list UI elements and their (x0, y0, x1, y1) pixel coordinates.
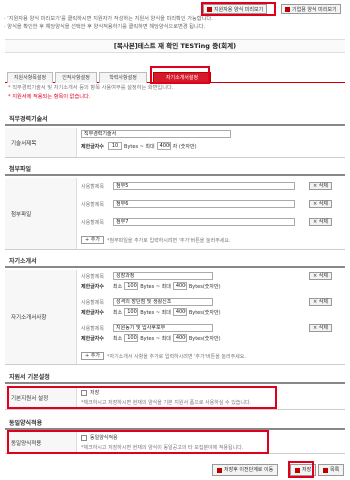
tab-education[interactable]: 학력사항설정 (99, 72, 147, 83)
checkbox-label: 저장 (90, 390, 100, 396)
career-min-input[interactable]: 10 (108, 142, 123, 150)
career-title-input[interactable]: 직무경력기술서 (81, 130, 231, 138)
tab-self-introduction[interactable]: 자기소개서설정 (153, 72, 211, 83)
intro-max-input[interactable]: 4000 (172, 282, 187, 290)
save-icon (217, 467, 222, 473)
applicant-form-preview-label: 지원자용 양식 미리보기 (214, 6, 264, 13)
item-label: 사용할제목 (81, 273, 105, 280)
add-intro-button[interactable]: + 추가 (81, 352, 104, 360)
save-and-prev-label: 저장후 이전단계로 이동 (224, 467, 274, 473)
basic-setting-section: 기본지원서 설정 저장 *체크하시고 저장하시면 현재의 양식을 기본 지원서 … (5, 386, 345, 410)
intro-title-input[interactable]: 지원동기 및 입사후포부 (113, 324, 213, 332)
intro-title-input[interactable]: 성격의 장단점 및 생활신조 (113, 298, 213, 306)
unit-label: Bytes ~ 최대 (140, 309, 171, 316)
unit-label: Bytes(숫자만) (188, 309, 221, 316)
tab-note: * 직무경력기술서 및 자기소개서 등의 항목 사용여부를 설정하는 화면입니다… (8, 85, 174, 91)
list-label: 목록 (330, 467, 340, 473)
basic-setting-heading: 지원서 기본설정 (5, 372, 345, 384)
same-form-label: 동일양식적용 (5, 432, 77, 453)
add-note: *첨부파일을 추가로 입력하시려면 '추가'버튼을 눌러주세요. (106, 237, 231, 244)
unit-label: Bytes ~ 최대 (140, 335, 171, 342)
limit-unit: Bytes ~ 최대 (124, 143, 155, 150)
delete-button[interactable]: × 삭제 (309, 182, 332, 190)
career-label: 기술서제목 (5, 128, 77, 157)
min-label: 최소 (113, 309, 123, 316)
basic-setting-note: *체크하시고 저장하시면 현재의 양식을 기본 지원서 폼으로 사용하실 수 있… (81, 400, 252, 406)
instruction-line: · '지원자용 양식 미리보기'를 클릭하시면 지원자가 작성하는 지원서 양식… (4, 16, 213, 22)
career-max-input[interactable]: 4000 (156, 142, 171, 150)
delete-button[interactable]: × 삭제 (309, 324, 332, 332)
attachment-title-input[interactable]: 첨부6 (113, 200, 295, 208)
min-label: 최소 (113, 283, 123, 290)
basic-setting-label: 기본지원서 설정 (5, 386, 77, 409)
same-form-heading: 동일양식적용 (5, 418, 345, 430)
item-label: 사용할제목 (81, 183, 105, 190)
tab-warning: * 지원서에 적용되는 항목이 없습니다. (8, 94, 91, 100)
save-button[interactable]: 저장 (290, 464, 317, 476)
attachment-title-input[interactable]: 첨부7 (113, 218, 295, 226)
attachment-label: 첨부파일 (5, 178, 77, 249)
add-attachment-button[interactable]: + 추가 (81, 236, 104, 244)
list-button[interactable]: 목록 (318, 464, 345, 476)
delete-button[interactable]: × 삭제 (309, 272, 332, 280)
save-label: 저장 (302, 467, 312, 473)
unit-label: Bytes(숫자만) (188, 283, 221, 290)
delete-button[interactable]: × 삭제 (309, 200, 332, 208)
same-form-section: 동일양식적용 동일양식적용 *체크하시고 저장하시면 현재의 양식이 동일공고의… (5, 432, 345, 454)
limit-label: 제한글자수 (81, 335, 105, 342)
intro-label: 자기소개서사항 (5, 270, 77, 364)
item-label: 사용할제목 (81, 219, 105, 226)
company-form-preview-button[interactable]: 기업용 양식 미리보기 (281, 4, 341, 14)
applicant-form-preview-button[interactable]: 지원자용 양식 미리보기 (203, 4, 268, 14)
same-form-checkbox[interactable] (81, 434, 87, 441)
instructions: · '지원자용 양식 미리보기'를 클릭하시면 지원자가 작성하는 지원서 양식… (4, 15, 346, 31)
tab-bar: 지원서항목설정 인적사항설정 학력사항설정 자기소개서설정 (5, 69, 345, 83)
same-form-note: *체크하시고 저장하시면 현재의 양식이 동일공고의 타 모집분야에 적용됩니다… (81, 445, 244, 451)
intro-max-input[interactable]: 4000 (172, 308, 187, 316)
intro-min-input[interactable]: 100 (124, 282, 139, 290)
attachment-section-heading: 첨부파일 (5, 164, 345, 176)
item-label: 사용할제목 (81, 201, 105, 208)
tab-personal-info[interactable]: 인적사항설정 (55, 72, 97, 83)
limit-label: 제한글자수 (81, 283, 105, 290)
preview-icon (207, 6, 212, 12)
intro-max-input[interactable]: 4000 (172, 334, 187, 342)
intro-min-input[interactable]: 100 (124, 334, 139, 342)
career-section: 기술서제목 직무경력기술서 제한글자수 10 Bytes ~ 최대 4000 자… (5, 128, 345, 158)
preview-icon (285, 6, 290, 12)
add-note: *자기소개서 사항을 추가로 입력하시려면 '추가'버튼을 눌러주세요. (106, 353, 246, 360)
tab-application-items[interactable]: 지원서항목설정 (7, 72, 53, 83)
limit-label: 제한글자수 (81, 309, 105, 316)
unit-label: Bytes(숫자만) (188, 335, 221, 342)
min-label: 최소 (113, 335, 123, 342)
limit-suffix: 자 (숫자만) (172, 143, 197, 150)
delete-button[interactable]: × 삭제 (309, 298, 332, 306)
intro-title-input[interactable]: 성장과정 (113, 272, 213, 280)
item-label: 사용할제목 (81, 299, 105, 306)
tab-notes: * 직무경력기술서 및 자기소개서 등의 항목 사용여부를 설정하는 화면입니다… (8, 84, 338, 102)
attachment-title-input[interactable]: 첨부5 (113, 182, 295, 190)
form-title: [복사본]테스트 재 확인 TESTing 중(회계) (5, 39, 345, 53)
career-section-heading: 직무경력기술서 (5, 114, 345, 126)
limit-label: 제한글자수 (81, 143, 105, 150)
attachment-section: 첨부파일 사용할제목 첨부5 × 삭제 사용할제목 첨부6 × 삭제 사용할제목… (5, 178, 345, 250)
company-form-preview-label: 기업용 양식 미리보기 (292, 6, 337, 13)
unit-label: Bytes ~ 최대 (140, 283, 171, 290)
item-label: 사용할제목 (81, 325, 105, 332)
save-icon (295, 467, 300, 473)
intro-section-heading: 자기소개서 (5, 256, 345, 268)
intro-section: 자기소개서사항 사용할제목 성장과정 × 삭제 제한글자수 최소 100 Byt… (5, 270, 345, 365)
intro-min-input[interactable]: 100 (124, 308, 139, 316)
save-and-prev-button[interactable]: 저장후 이전단계로 이동 (212, 464, 279, 476)
delete-button[interactable]: × 삭제 (309, 218, 332, 226)
list-icon (323, 467, 328, 473)
checkbox-label: 동일양식적용 (90, 435, 118, 441)
instruction-line: · 양식을 확인한 후 해당양식을 선택한 후 양식적용하기를 클릭하면 해당양… (4, 24, 206, 30)
save-default-checkbox[interactable] (81, 389, 87, 396)
